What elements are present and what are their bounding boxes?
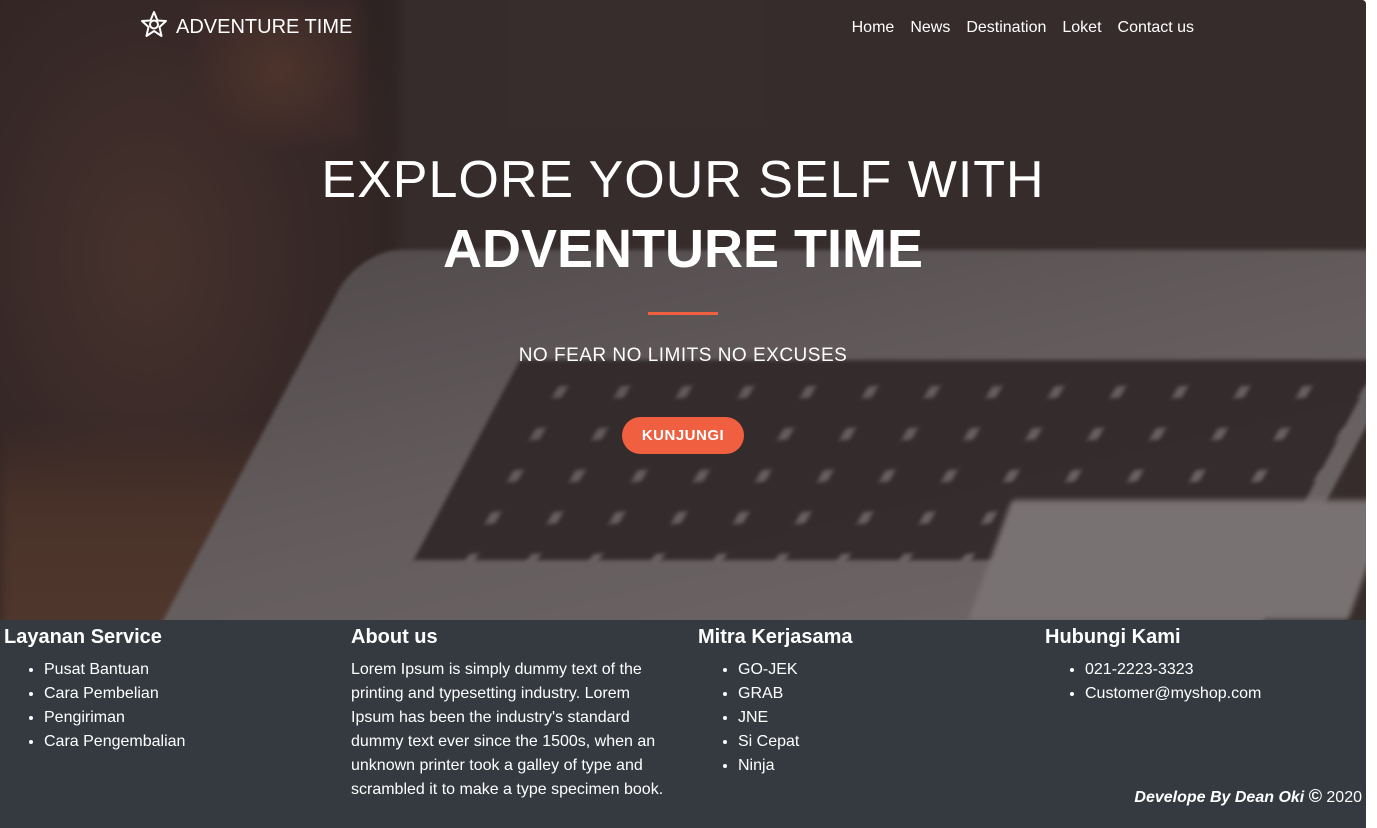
copyright-icon: © bbox=[1308, 786, 1322, 806]
star-logo-icon bbox=[140, 10, 168, 44]
hero-content: EXPLORE YOUR SELF WITH ADVENTURE TIME NO… bbox=[0, 150, 1366, 454]
main-nav: Home News Destination Loket Contact us bbox=[852, 19, 1194, 37]
nav-link-home[interactable]: Home bbox=[852, 19, 895, 37]
footer-partner-item: Ninja bbox=[738, 754, 1028, 778]
footer-contact-list: 021-2223-3323 Customer@myshop.com bbox=[1045, 658, 1375, 706]
footer-contact-column: Hubungi Kami 021-2223-3323 Customer@mysh… bbox=[1045, 626, 1375, 706]
nav-link-news[interactable]: News bbox=[910, 19, 950, 37]
footer-partners-column: Mitra Kerjasama GO-JEK GRAB JNE Si Cepat… bbox=[698, 626, 1028, 778]
footer-service-title: Layanan Service bbox=[4, 626, 162, 648]
footer-partner-item: GRAB bbox=[738, 682, 1028, 706]
footer-contact-email[interactable]: Customer@myshop.com bbox=[1085, 682, 1375, 706]
footer-service-column: Layanan Service Pusat Bantuan Cara Pembe… bbox=[4, 626, 334, 754]
footer-partner-item: JNE bbox=[738, 706, 1028, 730]
footer-partners-list: GO-JEK GRAB JNE Si Cepat Ninja bbox=[698, 658, 1028, 778]
footer-about-text: Lorem Ipsum is simply dummy text of the … bbox=[351, 661, 664, 798]
footer-partners-title: Mitra Kerjasama bbox=[698, 626, 853, 648]
footer-credit: Develope By Dean Oki © 2020 bbox=[1134, 786, 1362, 807]
footer-contact-phone[interactable]: 021-2223-3323 bbox=[1085, 658, 1375, 682]
brand-link[interactable]: ADVENTURE TIME bbox=[140, 10, 352, 44]
nav-link-destination[interactable]: Destination bbox=[966, 19, 1046, 37]
hero-title-line1: EXPLORE YOUR SELF WITH bbox=[321, 151, 1045, 209]
kunjungi-button[interactable]: KUNJUNGI bbox=[621, 417, 745, 454]
brand-name: ADVENTURE TIME bbox=[176, 15, 353, 38]
footer-partner-item: GO-JEK bbox=[738, 658, 1028, 682]
footer-partner-item: Si Cepat bbox=[738, 730, 1028, 754]
hero-divider bbox=[648, 312, 718, 315]
footer-service-item[interactable]: Cara Pengembalian bbox=[44, 730, 334, 754]
footer-service-item[interactable]: Pengiriman bbox=[44, 706, 334, 730]
hero-tagline: NO FEAR NO LIMITS NO EXCUSES bbox=[518, 345, 848, 366]
footer: Layanan Service Pusat Bantuan Cara Pembe… bbox=[0, 620, 1366, 828]
hero-section: ADVENTURE TIME Home News Destination Lok… bbox=[0, 0, 1366, 620]
credit-year: 2020 bbox=[1326, 789, 1362, 806]
footer-contact-title: Hubungi Kami bbox=[1045, 626, 1181, 648]
hero-title-line2: ADVENTURE TIME bbox=[442, 219, 923, 279]
footer-about-title: About us bbox=[351, 626, 438, 648]
nav-link-loket[interactable]: Loket bbox=[1062, 19, 1101, 37]
nav-link-contact[interactable]: Contact us bbox=[1118, 19, 1194, 37]
credit-author: Develope By Dean Oki bbox=[1134, 789, 1305, 806]
footer-service-item[interactable]: Cara Pembelian bbox=[44, 682, 334, 706]
footer-service-list: Pusat Bantuan Cara Pembelian Pengiriman … bbox=[4, 658, 334, 754]
footer-about-column: About us Lorem Ipsum is simply dummy tex… bbox=[351, 626, 681, 802]
footer-service-item[interactable]: Pusat Bantuan bbox=[44, 658, 334, 682]
